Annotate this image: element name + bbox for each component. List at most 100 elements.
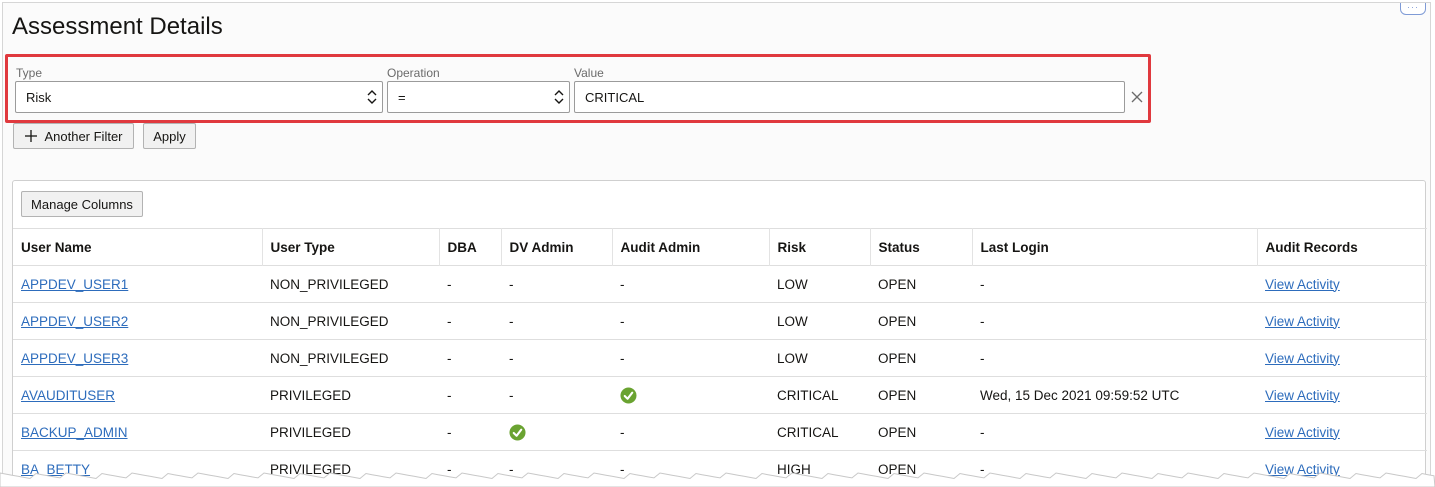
table-cell: View Activity [1257,265,1427,303]
table-cell: - [439,265,501,303]
table-cell: - [439,376,501,414]
table-cell: - [972,302,1257,340]
table-cell: PRIVILEGED [262,413,439,451]
cell-text: CRITICAL [777,387,839,403]
column-header[interactable]: DBA [439,228,502,266]
view-activity-link[interactable]: View Activity [1265,425,1340,440]
table-cell: View Activity [1257,376,1427,414]
table-row: APPDEV_USER2 NON_PRIVILEGED - - - LOW OPEN - Vie… [13,302,1427,340]
operation-select[interactable]: = [387,81,570,113]
table-row: APPDEV_USER3 NON_PRIVILEGED - - - LOW OPEN - Vie… [13,339,1427,377]
another-filter-label: Another Filter [44,128,123,144]
apply-button[interactable]: Apply [143,123,196,149]
table-cell: - [972,265,1257,303]
table-cell: - [612,413,769,451]
table-cell: - [612,265,769,303]
table-cell: CRITICAL [769,376,870,414]
cell-text: OPEN [878,350,917,366]
value-input-text: CRITICAL [585,90,645,105]
table-cell: - [501,339,612,377]
operation-select-value: = [398,90,406,105]
cell-text: - [509,313,514,329]
column-header[interactable]: User Type [262,228,440,266]
table-cell: LOW [769,265,870,303]
table-cell: - [439,339,501,377]
column-header[interactable]: Last Login [972,228,1258,266]
table-cell [612,376,769,414]
cell-text: - [509,276,514,292]
table-cell: OPEN [870,376,972,414]
type-select[interactable]: Risk [15,81,383,113]
view-activity-link[interactable]: View Activity [1265,351,1340,366]
cell-text: - [447,276,452,292]
column-header[interactable]: Status [870,228,973,266]
table-cell: Wed, 15 Dec 2021 09:59:52 UTC [972,376,1257,414]
table-cell: OPEN [870,339,972,377]
manage-columns-label: Manage Columns [31,196,133,212]
table-row: AVAUDITUSER PRIVILEGED - - CRITICAL OPEN Wed, … [13,376,1427,414]
table-cell: - [439,302,501,340]
view-activity-link[interactable]: View Activity [1265,388,1340,403]
check-circle-icon [509,423,526,441]
value-input[interactable]: CRITICAL [574,81,1125,113]
table-cell: View Activity [1257,413,1427,451]
table-cell: NON_PRIVILEGED [262,302,439,340]
table-cell: - [501,265,612,303]
window-corner-widget[interactable]: ··· [1400,3,1426,15]
chevron-up-down-icon [554,90,564,104]
table-cell: APPDEV_USER2 [13,302,262,340]
table-cell: - [612,302,769,340]
user-name-link[interactable]: AVAUDITUSER [21,388,115,403]
column-header[interactable]: DV Admin [501,228,613,266]
column-header[interactable]: Audit Records [1257,228,1427,266]
table-cell: PRIVILEGED [262,376,439,414]
table-cell: OPEN [870,265,972,303]
cell-text: OPEN [878,424,917,440]
another-filter-button[interactable]: Another Filter [13,123,134,149]
view-activity-link[interactable]: View Activity [1265,314,1340,329]
table-cell: NON_PRIVILEGED [262,339,439,377]
value-label: Value [574,66,604,80]
apply-label: Apply [153,128,186,144]
cell-text: - [620,276,625,292]
cell-text: OPEN [878,276,917,292]
plus-icon [25,130,38,142]
cell-text: Wed, 15 Dec 2021 09:59:52 UTC [980,387,1180,403]
table-cell: View Activity [1257,302,1427,340]
cell-text: CRITICAL [777,424,839,440]
cell-text: PRIVILEGED [270,387,352,403]
table-cell: AVAUDITUSER [13,376,262,414]
column-header[interactable]: Risk [769,228,871,266]
view-activity-link[interactable]: View Activity [1265,277,1340,292]
cell-text: - [980,350,985,366]
user-name-link[interactable]: APPDEV_USER3 [21,351,128,366]
table-cell: View Activity [1257,339,1427,377]
cell-text: - [447,350,452,366]
user-name-link[interactable]: APPDEV_USER2 [21,314,128,329]
close-icon[interactable] [1130,90,1144,104]
table-cell: - [612,339,769,377]
column-header[interactable]: Audit Admin [612,228,770,266]
cell-text: PRIVILEGED [270,424,352,440]
table-cell: OPEN [870,302,972,340]
table-header-row: User Name User Type DBA DV Admin Audit Admin… [13,228,1427,266]
cell-text: - [620,350,625,366]
table-cell: - [972,413,1257,451]
cell-text: OPEN [878,387,917,403]
table-cell: OPEN [870,413,972,451]
check-circle-icon [620,386,637,404]
user-name-link[interactable]: APPDEV_USER1 [21,277,128,292]
table-cell: - [501,376,612,414]
table-body: APPDEV_USER1 NON_PRIVILEGED - - - LOW OPEN - Vie… [13,265,1427,482]
type-select-value: Risk [26,90,52,105]
page-frame: ··· Assessment Details Type Risk Operati… [2,2,1431,483]
user-name-link[interactable]: BACKUP_ADMIN [21,425,128,440]
type-label: Type [16,66,43,80]
filter-row: Type Risk Operation = Value CRITICAL [5,54,1151,123]
manage-columns-button[interactable]: Manage Columns [21,191,143,217]
cell-text: - [509,387,514,403]
cell-text: - [509,350,514,366]
cell-text: LOW [777,350,808,366]
column-header[interactable]: User Name [13,228,263,266]
table-cell: APPDEV_USER1 [13,265,262,303]
